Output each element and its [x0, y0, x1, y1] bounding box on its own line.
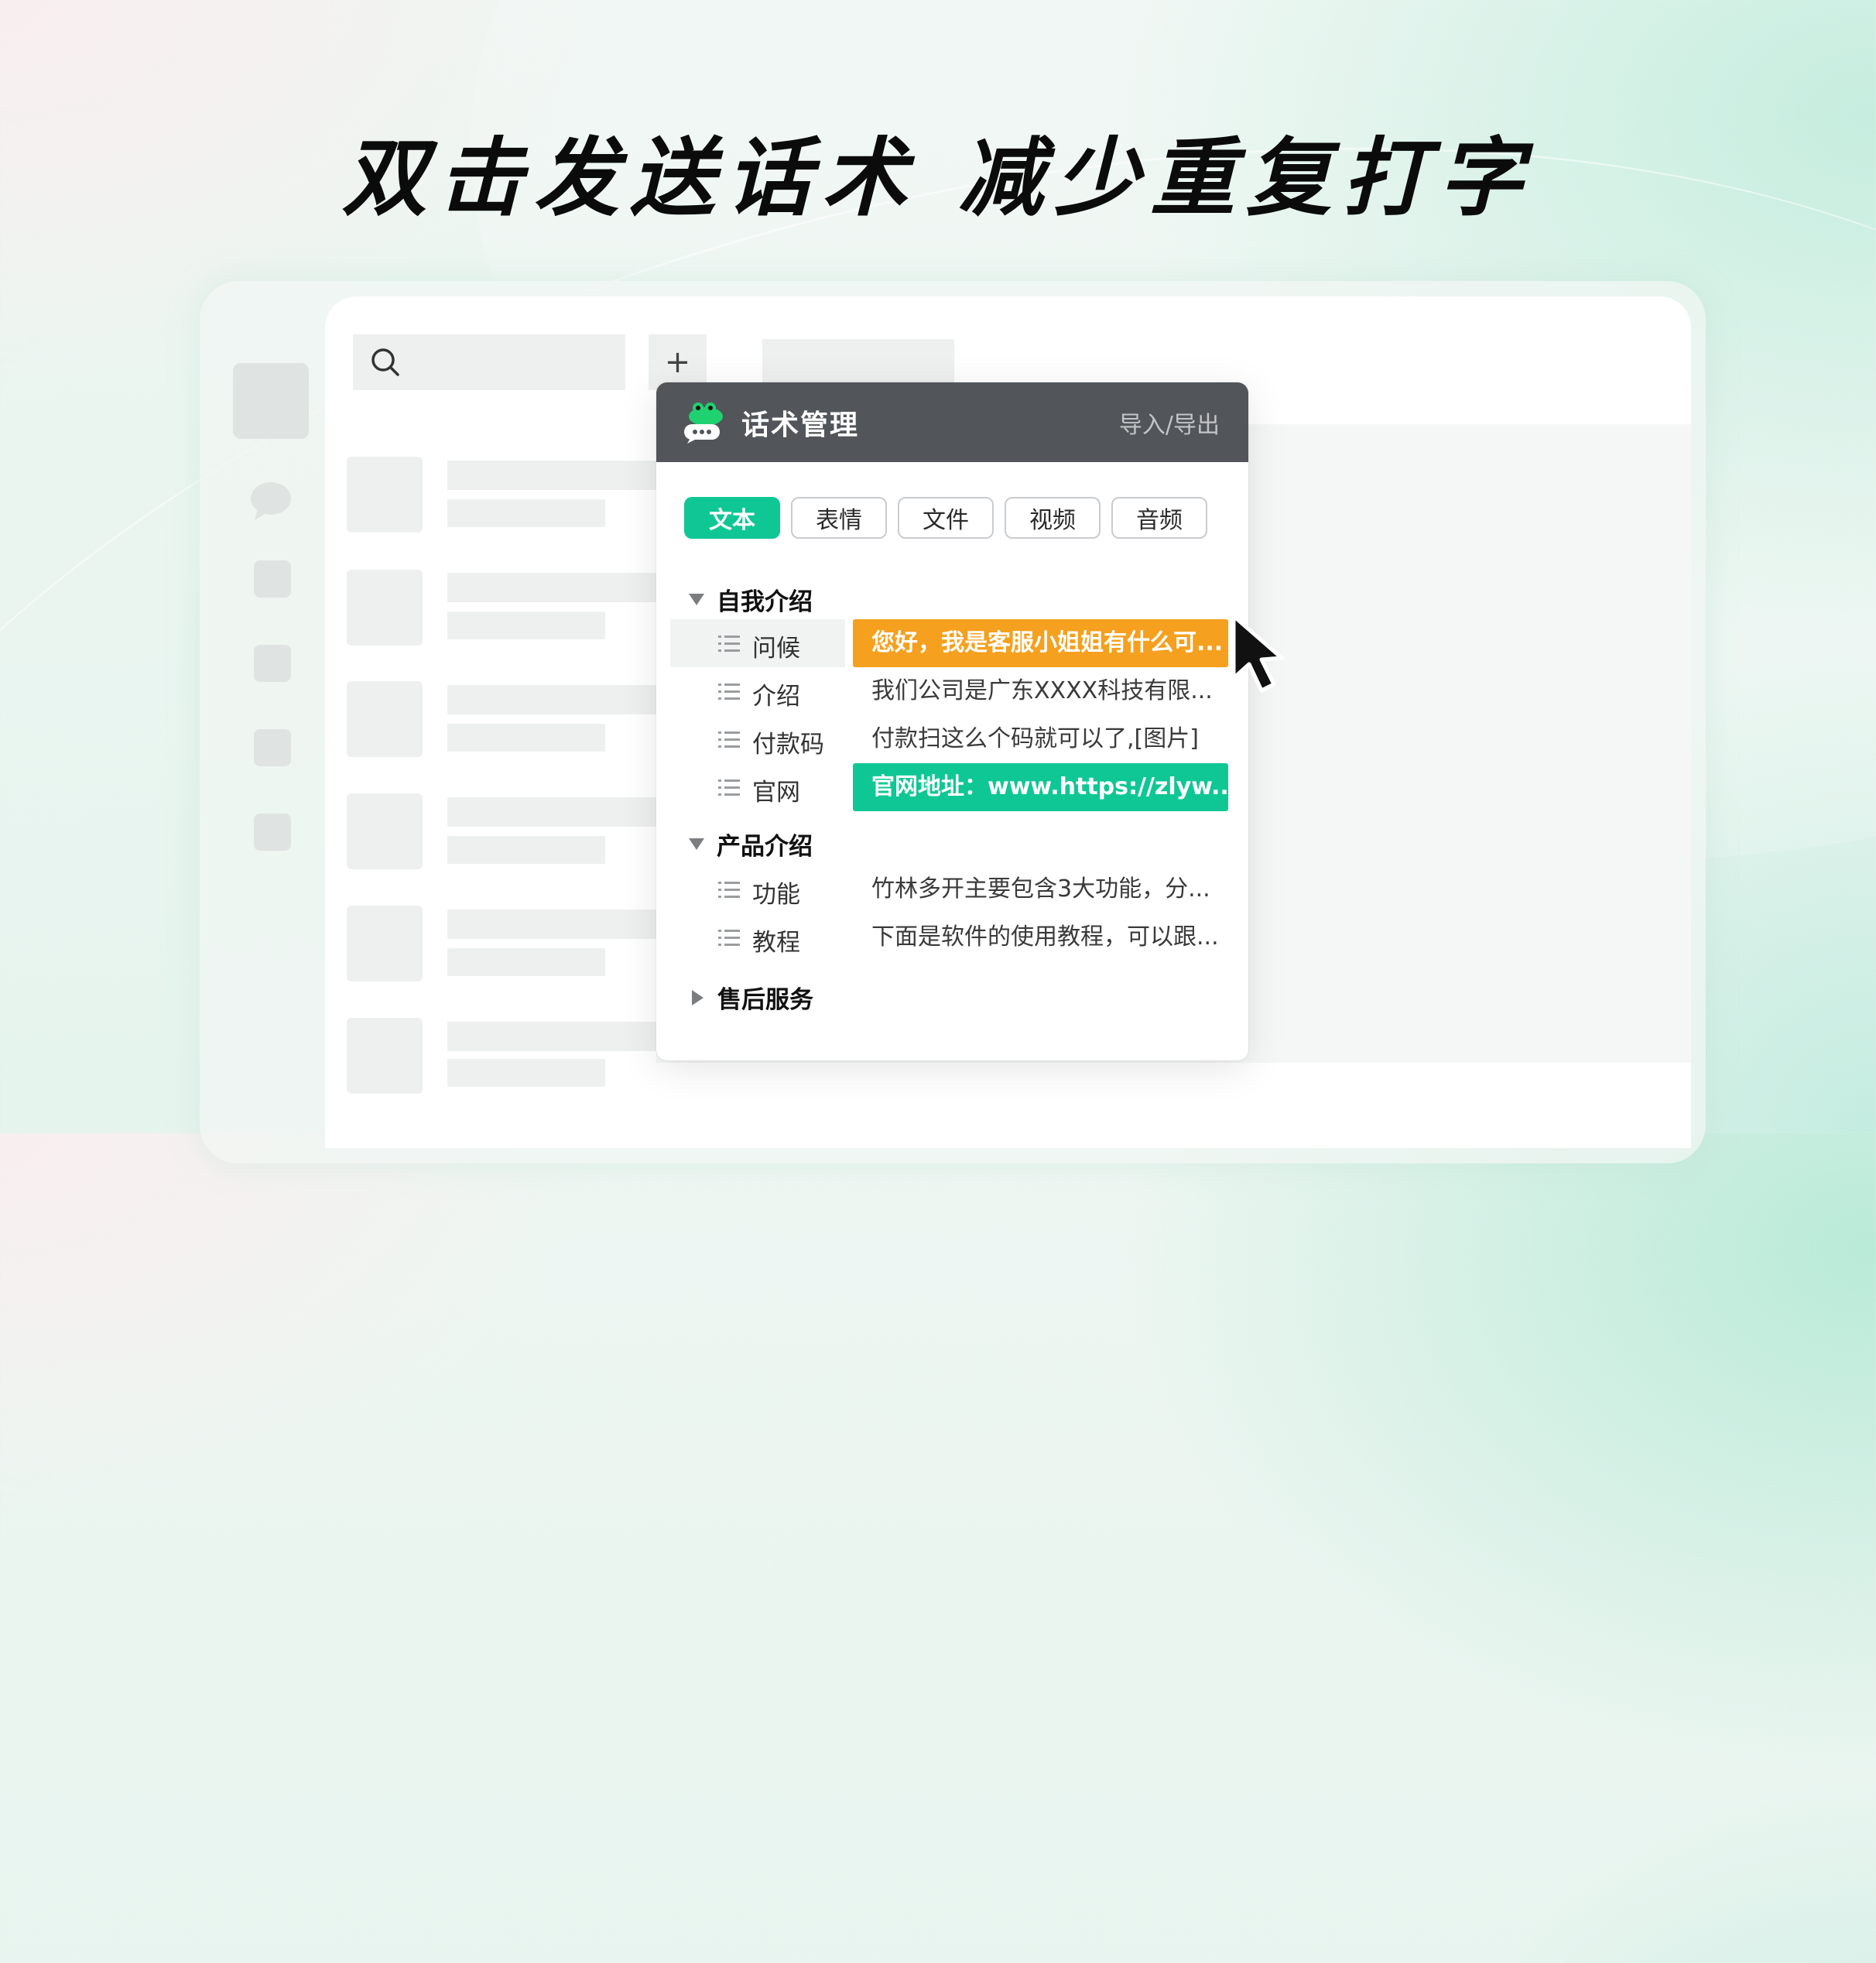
list-item-avatar[interactable] — [347, 906, 423, 982]
list-item-title — [447, 1022, 656, 1051]
nav-icon-3[interactable] — [254, 729, 291, 766]
script-content[interactable]: 下面是软件的使用教程，可以跟... — [853, 913, 1228, 961]
group-title: 自我介绍 — [717, 588, 813, 616]
script-name: 官网 — [752, 779, 800, 807]
list-item-avatar[interactable] — [347, 570, 423, 646]
list-icon — [718, 779, 740, 796]
list-item-avatar[interactable] — [347, 1018, 423, 1094]
caret-right-icon — [692, 989, 704, 1005]
list-icon — [718, 882, 740, 898]
list-item-avatar[interactable] — [347, 681, 423, 757]
script-row-website[interactable]: 官网 官网地址：www.https://zlyw... — [670, 763, 1232, 811]
list-item-title — [447, 461, 656, 490]
script-row-intro[interactable]: 介绍 我们公司是广东XXXX科技有限... — [670, 667, 1232, 715]
script-name: 付款码 — [752, 731, 824, 759]
tab-emoji[interactable]: 表情 — [791, 497, 887, 539]
import-export-button[interactable]: 导入/导出 — [1119, 406, 1220, 440]
plus-icon: + — [664, 344, 691, 380]
list-icon — [718, 635, 740, 652]
mouse-pointer-icon — [1231, 614, 1284, 693]
tab-video[interactable]: 视频 — [1005, 497, 1101, 539]
script-name: 教程 — [752, 929, 800, 957]
list-item-title — [447, 797, 656, 827]
group-self-intro[interactable]: 自我介绍 — [689, 582, 813, 617]
list-item-subtitle — [447, 499, 605, 527]
tab-file[interactable]: 文件 — [898, 497, 994, 539]
chat-icon[interactable] — [250, 481, 292, 522]
script-name: 功能 — [752, 881, 800, 909]
list-item-subtitle — [447, 1059, 605, 1087]
type-tabs: 文本 表情 文件 视频 音频 — [684, 497, 1207, 539]
list-item-title — [447, 685, 656, 714]
script-content[interactable]: 您好，我是客服小姐姐有什么可... — [853, 619, 1228, 667]
panel-title: 话术管理 — [741, 409, 860, 441]
script-manager-panel: 话术管理 导入/导出 文本 表情 文件 视频 音频 自我介绍 问候 您好，我是客… — [656, 382, 1248, 1060]
script-content[interactable]: 官网地址：www.https://zlyw... — [853, 763, 1228, 811]
script-row-tutorial[interactable]: 教程 下面是软件的使用教程，可以跟... — [670, 913, 1232, 961]
list-icon — [718, 683, 740, 700]
header-placeholder — [762, 339, 954, 385]
script-row-payment-code[interactable]: 付款码 付款扫这么个码就可以了,[图片] — [670, 715, 1232, 763]
list-item-subtitle — [447, 948, 605, 976]
list-item-title — [447, 910, 656, 939]
script-content[interactable]: 我们公司是广东XXXX科技有限... — [853, 667, 1228, 715]
script-name: 问候 — [752, 635, 800, 663]
list-item-subtitle — [447, 612, 605, 639]
search-input[interactable] — [353, 334, 625, 390]
search-icon — [371, 348, 399, 376]
script-content[interactable]: 竹林多开主要包含3大功能，分... — [853, 865, 1228, 913]
tab-audio[interactable]: 音频 — [1111, 497, 1207, 539]
script-name: 介绍 — [752, 683, 800, 711]
caret-down-icon — [689, 838, 704, 850]
group-product-intro[interactable]: 产品介绍 — [689, 827, 813, 862]
list-icon — [718, 930, 740, 946]
list-item-subtitle — [447, 724, 605, 752]
tab-text[interactable]: 文本 — [684, 497, 780, 539]
headline: 双击发送话术 减少重复打字 — [341, 128, 1535, 228]
script-content[interactable]: 付款扫这么个码就可以了,[图片] — [853, 715, 1228, 763]
list-item-avatar[interactable] — [347, 793, 423, 869]
script-row-features[interactable]: 功能 竹林多开主要包含3大功能，分... — [670, 865, 1232, 913]
group-after-sales[interactable]: 售后服务 — [689, 980, 813, 1015]
list-item-avatar[interactable] — [347, 457, 423, 533]
panel-header: 话术管理 导入/导出 — [656, 382, 1248, 462]
group-title: 售后服务 — [717, 986, 813, 1014]
list-item-subtitle — [447, 836, 605, 864]
nav-icon-1[interactable] — [254, 560, 291, 598]
bamboo-frog-logo-icon — [684, 402, 723, 444]
avatar[interactable] — [233, 363, 309, 439]
group-title: 产品介绍 — [717, 833, 813, 861]
caret-down-icon — [689, 594, 704, 605]
nav-icon-2[interactable] — [254, 645, 291, 682]
nav-icon-4[interactable] — [254, 814, 291, 851]
list-icon — [718, 731, 740, 748]
list-item-title — [447, 573, 656, 602]
script-row-greeting[interactable]: 问候 您好，我是客服小姐姐有什么可... — [670, 619, 1232, 667]
